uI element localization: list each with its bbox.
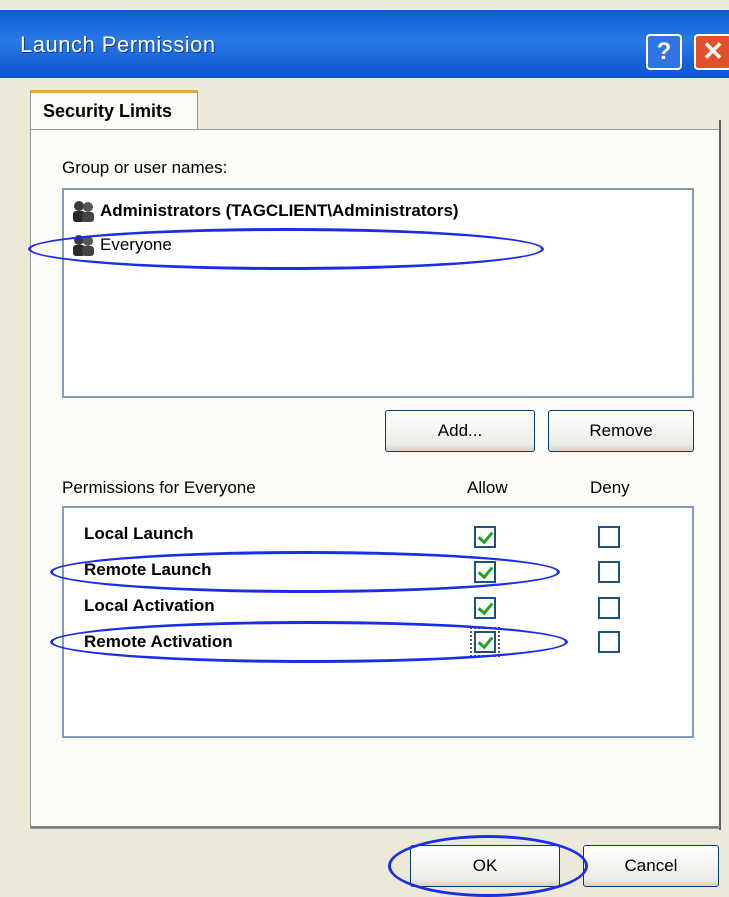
deny-remote-activation-checkbox[interactable]: [598, 631, 620, 653]
allow-header: Allow: [467, 478, 508, 497]
panel-edge: [719, 120, 721, 830]
help-button[interactable]: ?: [646, 34, 682, 70]
users-icon: [73, 235, 94, 256]
users-icon: [73, 201, 94, 222]
cancel-button[interactable]: Cancel: [583, 845, 719, 887]
group-user-list[interactable]: Administrators (TAGCLIENT\Administrators…: [62, 188, 694, 398]
window-title: Launch Permission: [20, 32, 216, 57]
list-item-label: Everyone: [100, 235, 172, 254]
group-names-label: Group or user names:: [62, 158, 228, 177]
remove-button[interactable]: Remove: [548, 410, 694, 452]
tab-security-limits[interactable]: Security Limits: [30, 90, 198, 130]
permission-name: Remote Launch: [84, 560, 212, 579]
allow-local-activation-checkbox[interactable]: [474, 597, 496, 619]
list-item-everyone[interactable]: Everyone: [70, 230, 172, 260]
title-bar[interactable]: Launch Permission ? ✕: [0, 10, 729, 78]
permission-name: Local Activation: [84, 596, 215, 615]
allow-remote-activation-checkbox[interactable]: [470, 627, 500, 657]
permission-name: Remote Activation: [84, 632, 233, 651]
list-item-administrators[interactable]: Administrators (TAGCLIENT\Administrators…: [70, 196, 459, 226]
list-item-label: Administrators (TAGCLIENT\Administrators…: [100, 201, 459, 220]
launch-permission-dialog: Launch Permission ? ✕ Security Limits Gr…: [0, 0, 729, 897]
allow-remote-launch-checkbox[interactable]: [474, 561, 496, 583]
allow-local-launch-checkbox[interactable]: [474, 526, 496, 548]
footer-separator: [30, 826, 720, 828]
permissions-label: Permissions for Everyone: [62, 478, 256, 497]
permission-name: Local Launch: [84, 524, 194, 543]
close-button[interactable]: ✕: [694, 34, 729, 70]
deny-header: Deny: [590, 478, 630, 497]
deny-local-activation-checkbox[interactable]: [598, 597, 620, 619]
add-button[interactable]: Add...: [385, 410, 535, 452]
ok-button[interactable]: OK: [410, 845, 560, 887]
deny-local-launch-checkbox[interactable]: [598, 526, 620, 548]
deny-remote-launch-checkbox[interactable]: [598, 561, 620, 583]
